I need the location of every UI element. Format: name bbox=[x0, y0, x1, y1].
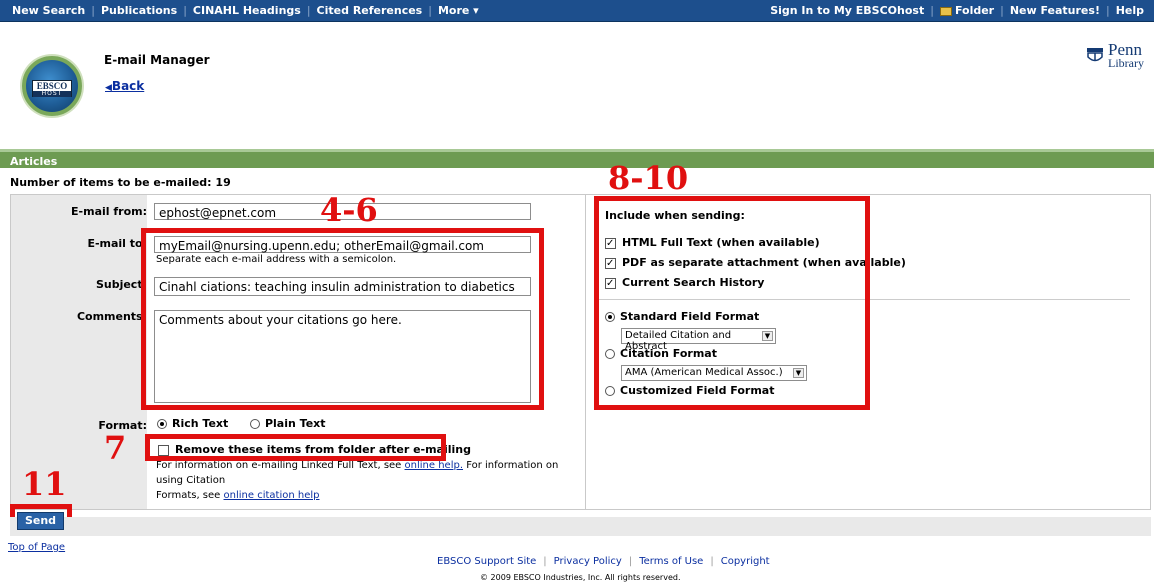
online-citation-help-link[interactable]: online citation help bbox=[224, 490, 320, 501]
format-label: Format: bbox=[98, 419, 147, 432]
penn-library-logo: Penn Library bbox=[1086, 40, 1144, 70]
nav-new-search[interactable]: New Search bbox=[12, 4, 85, 17]
items-count: Number of items to be e-mailed: 19 bbox=[10, 176, 231, 189]
send-button[interactable]: Send bbox=[17, 512, 64, 530]
send-bar bbox=[10, 517, 1151, 536]
nav-publications[interactable]: Publications bbox=[101, 4, 177, 17]
nav-sign-in[interactable]: Sign In to My EBSCOhost bbox=[770, 4, 924, 17]
penn-shield-icon bbox=[1086, 47, 1104, 64]
footer-links: EBSCO Support Site | Privacy Policy | Te… bbox=[437, 556, 770, 567]
top-nav: New Search | Publications | CINAHL Headi… bbox=[0, 0, 1154, 22]
library-text: Library bbox=[1108, 56, 1144, 70]
logo-subtext: HOST bbox=[33, 91, 71, 97]
folder-icon bbox=[939, 6, 952, 16]
nav-new-features[interactable]: New Features! bbox=[1010, 4, 1100, 17]
annotation-label-4-6: 4-6 bbox=[320, 191, 378, 229]
top-of-page-link[interactable]: Top of Page bbox=[8, 542, 65, 553]
nav-help[interactable]: Help bbox=[1116, 4, 1144, 17]
annotation-label-11: 11 bbox=[22, 465, 67, 503]
ebscohost-logo[interactable]: EBSCO HOST bbox=[22, 56, 82, 116]
copyright-link[interactable]: Copyright bbox=[721, 556, 770, 567]
terms-of-use-link[interactable]: Terms of Use bbox=[639, 556, 703, 567]
comments-label: Comments: bbox=[76, 310, 147, 323]
nav-more-menu[interactable]: More ▾ bbox=[438, 4, 479, 17]
nav-folder[interactable]: Folder bbox=[939, 4, 994, 17]
annotation-label-7: 7 bbox=[104, 429, 127, 467]
email-to-label: E-mail to: bbox=[87, 237, 147, 250]
subject-label: Subject: bbox=[95, 278, 147, 291]
rich-text-radio[interactable]: Rich Text bbox=[157, 417, 228, 430]
online-help-link[interactable]: online help. bbox=[405, 460, 463, 471]
penn-text: Penn bbox=[1108, 40, 1143, 59]
back-link[interactable]: ◀Back bbox=[105, 79, 144, 93]
plain-text-radio[interactable]: Plain Text bbox=[249, 417, 326, 430]
annotation-box-8-10 bbox=[594, 196, 870, 410]
support-site-link[interactable]: EBSCO Support Site bbox=[437, 556, 536, 567]
page-title: E-mail Manager bbox=[104, 53, 210, 67]
labels-column: E-mail from: E-mail to: Subject: Comment… bbox=[11, 195, 147, 509]
annotation-label-8-10: 8-10 bbox=[608, 159, 689, 197]
privacy-policy-link[interactable]: Privacy Policy bbox=[554, 556, 622, 567]
articles-section-header: Articles bbox=[0, 149, 1154, 168]
annotation-box-7 bbox=[145, 434, 446, 461]
column-divider bbox=[585, 195, 586, 509]
copyright-text: © 2009 EBSCO Industries, Inc. All rights… bbox=[480, 573, 681, 582]
annotation-box-4-6 bbox=[141, 228, 544, 410]
email-from-label: E-mail from: bbox=[71, 205, 147, 218]
nav-cinahl-headings[interactable]: CINAHL Headings bbox=[193, 4, 301, 17]
help-info-text: For information on e-mailing Linked Full… bbox=[156, 460, 559, 501]
nav-cited-references[interactable]: Cited References bbox=[317, 4, 423, 17]
back-arrow-icon: ◀ bbox=[105, 83, 112, 93]
format-options: Rich Text Plain Text bbox=[157, 417, 326, 430]
